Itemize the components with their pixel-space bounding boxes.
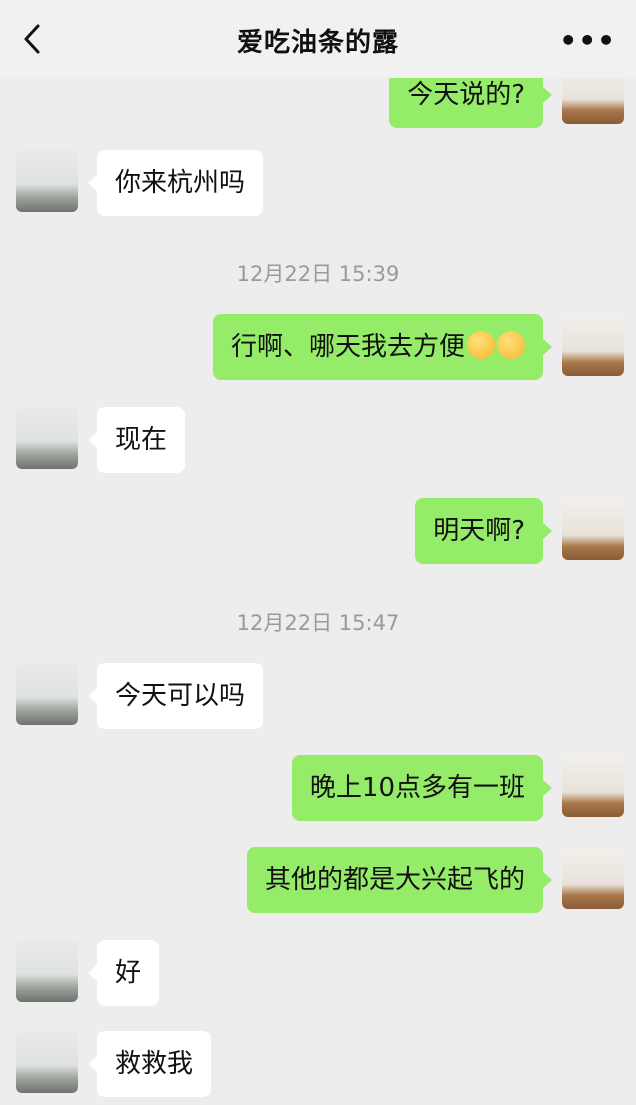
contact-avatar[interactable] [16, 663, 78, 725]
sent-message-bubble[interactable]: 行啊、哪天我去方便 [212, 314, 553, 380]
received-message-bubble[interactable]: 救救我 [87, 1031, 212, 1097]
contact-avatar[interactable] [16, 150, 78, 212]
received-message-bubble[interactable]: 你来杭州吗 [87, 150, 264, 216]
my-avatar[interactable] [562, 498, 624, 560]
contact-avatar[interactable] [16, 940, 78, 1002]
holding-back-laugh-emoji-icon [467, 330, 495, 359]
received-message-bubble[interactable]: 今天可以吗 [87, 663, 264, 729]
sent-message-bubble[interactable]: 晚上10点多有一班 [291, 755, 553, 821]
holding-back-laugh-emoji-icon [497, 330, 525, 359]
chat-title: 爱吃油条的露 [236, 28, 399, 58]
timestamp: 12月22日 15:39 [236, 262, 400, 286]
received-message-bubble[interactable]: 现在 [87, 407, 186, 473]
my-avatar[interactable] [562, 755, 624, 817]
message-text: 行啊、哪天我去方便 [230, 332, 465, 362]
received-message-bubble[interactable]: 好 [87, 940, 160, 1006]
my-avatar[interactable] [562, 847, 624, 909]
more-dots-icon[interactable]: ••• [559, 24, 616, 57]
contact-avatar[interactable] [16, 407, 78, 469]
nav-bar: 爱吃油条的露 ••• [0, 0, 636, 78]
timestamp: 12月22日 15:47 [236, 611, 400, 635]
contact-avatar[interactable] [16, 1031, 78, 1093]
sent-message-bubble[interactable]: 明天啊? [415, 498, 552, 564]
sent-message-bubble[interactable]: 其他的都是大兴起飞的 [246, 847, 553, 913]
my-avatar[interactable] [562, 314, 624, 376]
